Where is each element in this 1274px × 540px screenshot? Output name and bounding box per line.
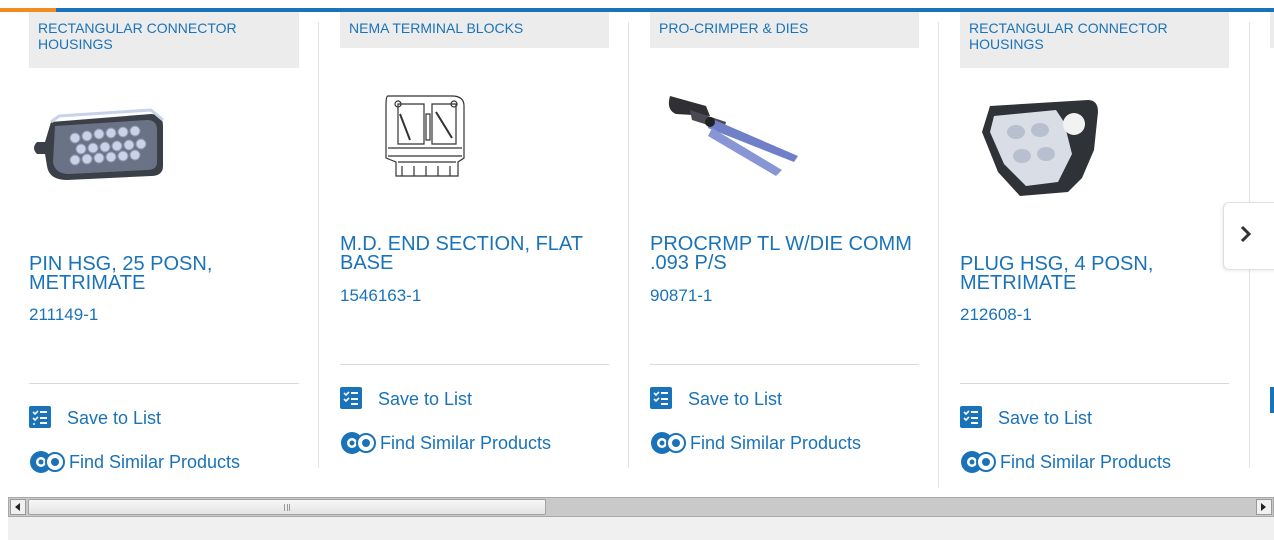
terminal-block-image[interactable] [340,82,500,202]
save-to-list-button[interactable]: Save to List [340,387,472,411]
top-accent-bar [0,0,1274,12]
product-name[interactable]: PLUG HSG, 4 POSN, METRIMATE [960,254,1240,293]
gears-icon [650,430,686,456]
card-separator [628,22,629,468]
find-similar-label: Find Similar Products [1000,451,1172,472]
find-similar-button[interactable]: Find Similar Products [960,449,1171,475]
product-part-number[interactable]: 1546163-1 [340,286,421,306]
horizontal-scrollbar[interactable] [8,497,1274,517]
scrollbar-thumb[interactable] [28,499,546,515]
find-similar-button[interactable]: Find Similar Products [650,430,861,456]
gears-icon [340,430,376,456]
card-divider [960,383,1229,384]
scroll-left-arrow[interactable] [10,499,26,515]
save-to-list-label: Save to List [67,407,162,428]
save-to-list-button[interactable]: Save to List [960,406,1092,430]
save-to-list-button[interactable]: Save to List [29,406,161,430]
product-name[interactable]: PIN HSG, 25 POSN, METRIMATE [29,254,309,293]
gears-icon [29,449,65,475]
save-to-list-label: Save to List [998,407,1093,428]
product-category[interactable]: NEMA TERMINAL BLOCKS [340,12,609,48]
product-card: RECTANGULAR CONNECTOR HOUSINGS PLUG HSG,… [960,12,1250,482]
find-similar-button[interactable]: Find Similar Products [29,449,240,475]
find-similar-label: Find Similar Products [380,432,552,453]
checklist-icon [650,387,674,411]
checklist-icon [340,387,364,411]
product-card-partial [1270,12,1274,48]
find-similar-label: Find Similar Products [69,451,241,472]
checklist-icon [29,406,53,430]
product-name[interactable]: M.D. END SECTION, FLAT BASE [340,234,620,273]
chevron-right-icon [1240,225,1252,247]
product-category[interactable]: RECTANGULAR CONNECTOR HOUSINGS [960,12,1229,68]
plug-housing-image[interactable] [960,92,1120,212]
card-separator [318,22,319,468]
pin-housing-image[interactable] [29,92,189,212]
product-category[interactable]: RECTANGULAR CONNECTOR HOUSINGS [29,12,299,68]
product-card: PRO-CRIMPER & DIES PROCRMP TL W/DIE COMM… [650,12,940,482]
carousel-next-button[interactable] [1223,202,1274,270]
product-part-number[interactable]: 211149-1 [29,305,98,325]
product-part-number[interactable]: 90871-1 [650,286,712,306]
scrollbar-grip [284,503,290,511]
save-to-list-button[interactable]: Save to List [650,387,782,411]
crimper-tool-image[interactable] [650,82,810,202]
card-separator [938,22,939,488]
product-card: RECTANGULAR CONNECTOR HOUSINGS PIN HSG, … [29,12,319,482]
product-category[interactable]: PRO-CRIMPER & DIES [650,12,919,48]
find-similar-label: Find Similar Products [690,432,862,453]
product-part-number[interactable]: 212608-1 [960,305,1032,325]
checklist-icon [1270,387,1274,413]
gears-icon [960,449,996,475]
product-card: NEMA TERMINAL BLOCKS M.D. END SECTION, F… [340,12,630,482]
product-name[interactable]: PROCRMP TL W/DIE COMM .093 P/S [650,234,930,273]
save-to-list-label: Save to List [378,388,473,409]
find-similar-button[interactable]: Find Similar Products [340,430,551,456]
scroll-right-arrow[interactable] [1256,499,1272,515]
page-footer-strip [8,517,1274,540]
product-carousel: RECTANGULAR CONNECTOR HOUSINGS PIN HSG, … [0,12,1274,488]
card-divider [340,364,609,365]
card-divider [650,364,919,365]
save-to-list-label: Save to List [688,388,783,409]
checklist-icon [960,406,984,430]
card-divider [29,383,299,384]
